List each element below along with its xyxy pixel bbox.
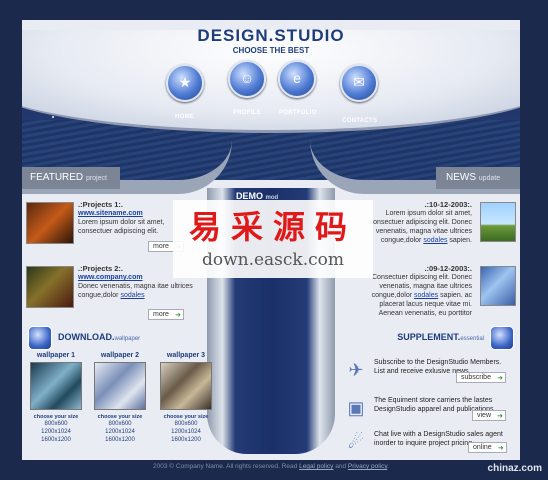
arrow-icon: ➜ [175,312,181,319]
wallpaper-title: wallpaper 1 [36,352,76,359]
wallpaper-card: wallpaper 2 choose your size 800x600 120… [92,352,148,444]
project-thumbnail[interactable] [26,266,74,308]
arrow-icon: ➜ [497,413,504,420]
nav-contacts-label[interactable]: CONTACTS [342,118,377,124]
news-text: Lorem ipsum dolor sit amet, consectuer a… [369,210,472,244]
size-option[interactable]: 1200x1024 [158,428,214,436]
paper-plane-icon: ✈ [348,360,364,380]
wallpaper-preview[interactable] [160,362,212,410]
view-button[interactable]: view ➜ [472,410,507,421]
project-link[interactable]: www.sitename.com [78,210,143,217]
size-option[interactable]: 1600x1200 [92,436,148,444]
sodales-link[interactable]: sodales [120,292,144,299]
arrow-icon: ➜ [497,445,504,452]
wallpaper-title: wallpaper 3 [166,352,206,359]
envelope-icon: ✉ [353,74,365,90]
nav-portfolio-button[interactable]: e [278,60,316,98]
news-thumbnail[interactable] [480,266,516,306]
news-header: NEWS update [436,167,520,189]
nav-home-button[interactable]: ★ [166,64,204,102]
sodales-link[interactable]: sodales [414,292,438,299]
supplement-item: ☄ Chat live with a DesignStudio sales ag… [344,428,514,460]
news-item: .:09-12-2003:. Consectuer dipiscing elit… [356,262,516,320]
document-icon [490,326,514,350]
size-option[interactable]: 800x600 [158,420,214,428]
nav-contacts-button[interactable]: ✉ [340,64,378,102]
project-link[interactable]: www.company.com [78,274,143,281]
supplement-item: ✈ Subscribe to the DesignStudio Members.… [344,356,514,396]
logo[interactable]: DESIGN.STUDIO CHOOSE THE BEST [22,26,520,55]
news-date: .:09-12-2003:. [424,264,472,273]
people-icon: ☺ [239,70,255,86]
ie-icon: e [293,70,301,86]
news-text: Consectuer dipiscing elit. Donec venenat… [371,274,472,317]
corner-watermark: chinaz.com [487,463,542,474]
featured-header: FEATURED project [22,167,120,189]
size-option[interactable]: 1200x1024 [28,428,84,436]
wallpaper-preview[interactable] [94,362,146,410]
size-option[interactable]: 800x600 [28,420,84,428]
watermark: 易采源码 down.easck.com [173,200,373,278]
arrow-icon: ➜ [497,375,503,382]
size-option[interactable]: 1600x1200 [158,436,214,444]
wallpaper-card: wallpaper 3 choose your size 800x600 120… [158,352,214,444]
news-item: .:10-12-2003:. Lorem ipsum dolor sit ame… [356,198,516,256]
subscribe-button[interactable]: subscribe ➜ [456,372,506,383]
size-option[interactable]: 1600x1200 [28,436,84,444]
footer: 2003 © Company Name. All rights reserved… [22,460,520,480]
online-button[interactable]: online ➜ [468,442,507,453]
project-thumbnail[interactable] [26,202,74,244]
wallpaper-card: wallpaper 1 choose your size 800x600 120… [28,352,84,444]
nav-profile-label[interactable]: PROFILE [233,110,261,116]
nav-home-label[interactable]: HOME [175,114,194,120]
supplement-header: SUPPLEMENT.essential [374,326,514,352]
size-option[interactable]: 1200x1024 [92,428,148,436]
news-thumbnail[interactable] [480,202,516,242]
wallpaper-title: wallpaper 2 [100,352,140,359]
news-date: .:10-12-2003:. [424,200,472,209]
more-button[interactable]: more➜ [148,309,184,320]
wallpaper-preview[interactable] [30,362,82,410]
download-icon [28,326,52,350]
legal-policy-link[interactable]: Legal policy [299,463,333,470]
privacy-policy-link[interactable]: Privacy policy [348,463,387,470]
box-icon: ▣ [347,398,365,418]
sodales-link[interactable]: sodales [423,237,447,244]
tagline: CHOOSE THE BEST [232,46,310,55]
news-column: .:10-12-2003:. Lorem ipsum dolor sit ame… [356,198,516,326]
nav-profile-button[interactable]: ☺ [228,60,266,98]
nav-portfolio-label[interactable]: PORTFOLIO [279,110,317,116]
size-option[interactable]: 800x600 [92,420,148,428]
star-icon: ★ [178,74,192,90]
satellite-icon: ☄ [347,432,365,452]
project-text: Donec venenatis, magna itae ultrices con… [78,283,193,299]
